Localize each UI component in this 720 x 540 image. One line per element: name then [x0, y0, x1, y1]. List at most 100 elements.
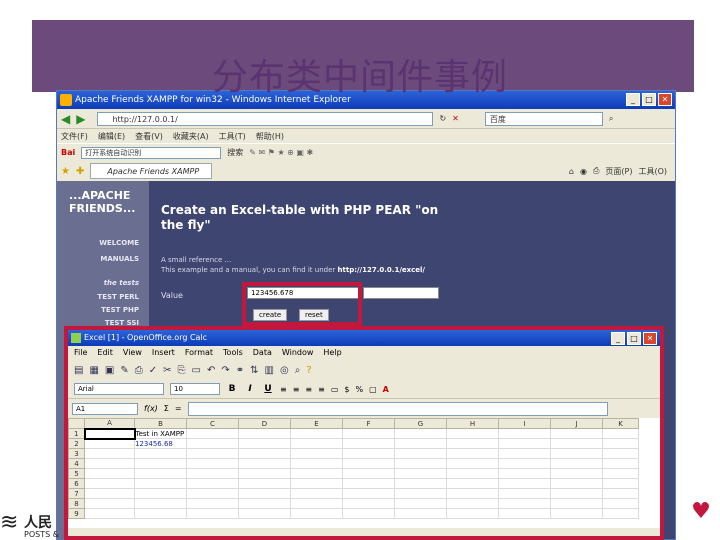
cell[interactable] [602, 498, 639, 509]
paste-icon[interactable]: ▭ [192, 365, 201, 376]
menu-favorites[interactable]: 收藏夹(A) [173, 131, 209, 142]
cell[interactable] [238, 508, 291, 519]
italic-button[interactable]: I [244, 384, 256, 394]
calc-menu-data[interactable]: Data [253, 346, 272, 360]
print-icon-calc[interactable]: ⎙ [135, 365, 143, 376]
print-icon[interactable]: ⎙ [593, 166, 599, 176]
value-input-2[interactable] [363, 287, 439, 299]
col-header[interactable]: E [290, 418, 343, 429]
cell[interactable] [498, 458, 551, 469]
info-link[interactable]: http://127.0.0.1/excel/ [338, 266, 425, 274]
cell[interactable] [602, 478, 639, 489]
calc-menu-format[interactable]: Format [185, 346, 213, 360]
cell[interactable] [394, 498, 447, 509]
row-header[interactable]: 8 [68, 498, 85, 509]
menu-edit[interactable]: 编辑(E) [98, 131, 125, 142]
cell[interactable] [498, 448, 551, 459]
merge-icon[interactable]: ▭ [331, 385, 339, 394]
cell[interactable] [602, 448, 639, 459]
cell[interactable] [446, 458, 499, 469]
cell[interactable] [186, 468, 239, 479]
cell[interactable] [394, 508, 447, 519]
calc-minimize-button[interactable]: _ [611, 332, 625, 345]
search-icon[interactable]: ⌕ [609, 114, 613, 124]
hyperlink-icon[interactable]: ⚭ [236, 365, 244, 376]
cell[interactable] [342, 428, 395, 439]
col-header[interactable]: H [446, 418, 499, 429]
cell[interactable] [238, 498, 291, 509]
row-header[interactable]: 9 [68, 508, 85, 519]
cell[interactable] [290, 438, 343, 449]
cell[interactable] [394, 478, 447, 489]
cell[interactable] [134, 458, 187, 469]
cell[interactable] [498, 478, 551, 489]
cell[interactable] [238, 478, 291, 489]
sum-icon[interactable]: Σ [164, 404, 169, 413]
spellcheck-icon[interactable]: ✓ [149, 365, 157, 376]
cell[interactable] [342, 438, 395, 449]
cell[interactable] [446, 438, 499, 449]
nav-test-perl[interactable]: TEST PERL [97, 293, 139, 301]
cell[interactable] [290, 478, 343, 489]
feeds-icon[interactable]: ◉ [580, 167, 587, 176]
cell[interactable] [84, 478, 135, 489]
home-icon[interactable]: ⌂ [569, 167, 574, 176]
cell[interactable] [238, 458, 291, 469]
font-color-icon[interactable]: A [383, 385, 389, 394]
back-icon[interactable]: ◀ [61, 112, 70, 126]
cell[interactable] [446, 448, 499, 459]
cell[interactable] [186, 508, 239, 519]
calc-menu-insert[interactable]: Insert [152, 346, 175, 360]
col-header[interactable]: C [186, 418, 239, 429]
edit-icon[interactable]: ✎ [120, 365, 128, 376]
cell[interactable] [186, 428, 239, 439]
zoom-icon[interactable]: ⌕ [295, 365, 301, 376]
cell[interactable] [550, 498, 603, 509]
cell-b1[interactable]: Test in XAMPP [134, 428, 187, 439]
cell[interactable] [550, 428, 603, 439]
menu-tools[interactable]: 工具(T) [219, 131, 246, 142]
browser-tab[interactable]: Apache Friends XAMPP for win32 [90, 163, 213, 191]
cell[interactable] [446, 468, 499, 479]
cell[interactable] [602, 438, 639, 449]
chart-icon[interactable]: ▥ [265, 365, 274, 376]
row-header[interactable]: 7 [68, 488, 85, 499]
nav-manuals[interactable]: MANUALS [100, 255, 139, 263]
calc-menu-edit[interactable]: Edit [97, 346, 113, 360]
page-menu[interactable]: 页面(P) [605, 166, 632, 177]
cell[interactable] [134, 478, 187, 489]
bold-button[interactable]: B [226, 384, 238, 394]
cell[interactable] [498, 508, 551, 519]
cell[interactable] [498, 428, 551, 439]
cell[interactable] [342, 448, 395, 459]
tools-menu[interactable]: 工具(O) [638, 166, 667, 177]
cell[interactable] [602, 508, 639, 519]
cell[interactable] [134, 488, 187, 499]
corner-cell[interactable] [68, 418, 85, 429]
cell[interactable] [602, 488, 639, 499]
cell[interactable] [84, 448, 135, 459]
row-header[interactable]: 6 [68, 478, 85, 489]
copy-icon[interactable]: ⎘ [178, 365, 186, 376]
cell[interactable] [342, 468, 395, 479]
cell[interactable] [394, 438, 447, 449]
cell[interactable] [186, 458, 239, 469]
col-header[interactable]: B [134, 418, 187, 429]
calc-menu-view[interactable]: View [123, 346, 142, 360]
sort-icon[interactable]: ⇅ [250, 365, 258, 376]
cell[interactable] [186, 448, 239, 459]
cell[interactable] [134, 498, 187, 509]
toolbar-search-button[interactable]: 搜索 [227, 147, 243, 158]
cell[interactable] [446, 488, 499, 499]
refresh-icon[interactable]: ↻ [439, 114, 446, 123]
cell[interactable] [342, 478, 395, 489]
cell[interactable] [290, 488, 343, 499]
row-header[interactable]: 2 [68, 438, 85, 449]
cell[interactable] [134, 508, 187, 519]
open-icon[interactable]: ▦ [89, 365, 98, 376]
save-icon[interactable]: ▣ [105, 365, 114, 376]
row-header[interactable]: 1 [68, 428, 85, 439]
cell[interactable] [238, 428, 291, 439]
cell[interactable] [550, 448, 603, 459]
cell[interactable] [186, 498, 239, 509]
